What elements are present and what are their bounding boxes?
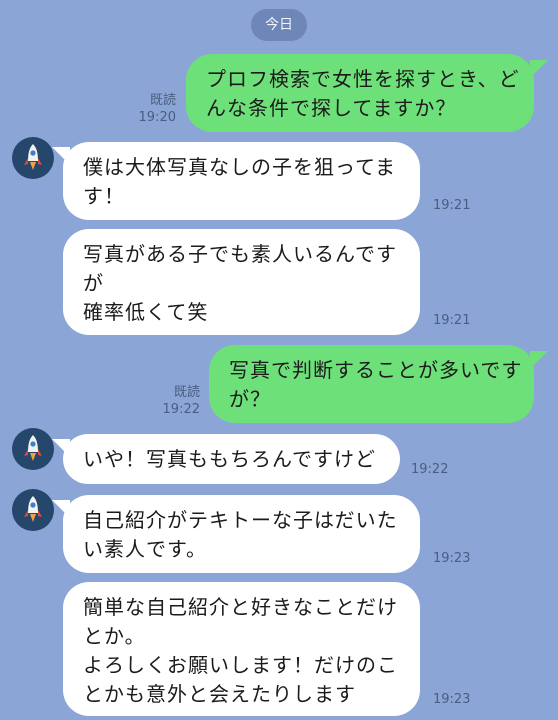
rocket-icon: [24, 144, 42, 170]
bubble-tail: [530, 351, 548, 369]
received-message-bubble[interactable]: 僕は大体写真なしの子を狙ってま す！: [63, 142, 420, 220]
message-line: 自己紹介がテキトーな子はだいた: [83, 508, 398, 532]
read-label: 既読: [173, 385, 200, 400]
rocket-icon: [24, 496, 42, 522]
message-line: プロフ検索で女性を探すとき、ど: [206, 67, 520, 91]
avatar[interactable]: [12, 137, 54, 179]
avatar[interactable]: [12, 428, 54, 470]
avatar[interactable]: [12, 489, 54, 531]
message-line: いや！写真ももちろんですけど: [83, 447, 376, 471]
message-line: が: [83, 271, 104, 295]
read-label: 既読: [149, 93, 176, 108]
message-time: 19:23: [433, 551, 471, 566]
message-line: す！: [83, 184, 125, 208]
message-line: とか。: [83, 624, 146, 648]
bubble-tail: [52, 147, 70, 165]
message-time: 19:22: [411, 462, 449, 477]
message-time: 19:20: [138, 110, 176, 125]
message-line: よろしくお願いします！だけのこ: [83, 653, 398, 677]
received-message-bubble[interactable]: いや！写真ももちろんですけど: [63, 434, 400, 484]
bubble-tail: [52, 439, 70, 457]
bubble-tail: [52, 500, 70, 518]
received-message-bubble[interactable]: 写真がある子でも素人いるんです が 確率低くて笑: [63, 229, 420, 335]
message-time: 19:21: [433, 198, 471, 213]
message-time: 19:22: [162, 402, 200, 417]
message-line: 写真で判断することが多いです: [229, 358, 523, 382]
message-time: 19:21: [433, 313, 471, 328]
sent-message-bubble[interactable]: 写真で判断することが多いです が？: [209, 345, 534, 423]
read-status: 既読 19:20: [139, 92, 176, 126]
message-line: 確率低くて笑: [83, 300, 209, 324]
message-line: が？: [229, 387, 271, 411]
message-line: んな条件で探してますか？: [206, 96, 457, 120]
rocket-icon: [24, 435, 42, 461]
sent-message-bubble[interactable]: プロフ検索で女性を探すとき、ど んな条件で探してますか？: [186, 54, 534, 132]
message-line: とかも意外と会えたりします: [83, 682, 356, 706]
message-line: 簡単な自己紹介と好きなことだけ: [83, 595, 398, 619]
read-status: 既読 19:22: [163, 384, 200, 418]
received-message-bubble[interactable]: 簡単な自己紹介と好きなことだけ とか。 よろしくお願いします！だけのこ とかも意…: [63, 582, 420, 716]
message-line: 僕は大体写真なしの子を狙ってま: [83, 155, 396, 179]
message-time: 19:23: [433, 692, 471, 707]
received-message-bubble[interactable]: 自己紹介がテキトーな子はだいた い素人です。: [63, 495, 420, 573]
message-line: 写真がある子でも素人いるんです: [83, 242, 397, 266]
message-line: い素人です。: [83, 537, 207, 561]
date-separator: 今日: [251, 9, 307, 41]
